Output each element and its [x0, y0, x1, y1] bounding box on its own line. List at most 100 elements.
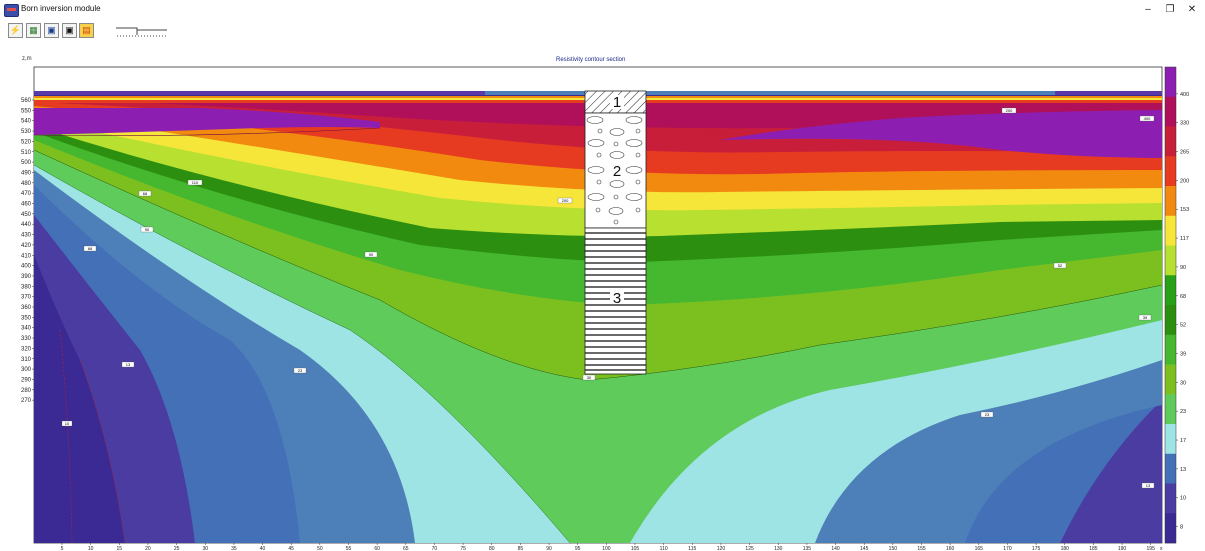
contour-label-text: 200 [1006, 108, 1013, 113]
y-tick-label: 370 [21, 295, 32, 301]
y-tick-label: 530 [21, 129, 32, 135]
x-tick-label: 35 [231, 546, 237, 551]
x-tick-label: 135 [803, 546, 812, 551]
x-tick-label: 155 [917, 546, 926, 551]
x-tick-label: 150 [889, 546, 898, 551]
x-tick-label: 130 [774, 546, 783, 551]
contour-label: 68 [83, 245, 97, 252]
borehole-column: 1 2 3 [584, 90, 647, 375]
colorbar-label: 10 [1180, 496, 1186, 502]
contour-label: 23 [980, 411, 994, 418]
colorbar-segment [1165, 334, 1176, 365]
y-tick-label: 420 [21, 243, 32, 249]
y-tick-label: 430 [21, 233, 32, 239]
contour-label-text: 10 [65, 421, 70, 426]
x-tick-label: 115 [688, 546, 696, 551]
colorbar-label: 117 [1180, 236, 1189, 242]
y-tick-label: 550 [21, 108, 32, 114]
y-tick-label: 470 [21, 191, 32, 197]
y-tick-label: 360 [21, 305, 32, 311]
colorbar-label: 8 [1180, 525, 1183, 531]
x-tick-label: 25 [174, 546, 180, 551]
x-tick-label: 95 [575, 546, 581, 551]
x-tick-label: 170 [1003, 546, 1012, 551]
y-tick-label: 450 [21, 212, 32, 218]
x-tick-label: 45 [288, 546, 294, 551]
colorbar-segment [1165, 394, 1176, 425]
x-tick-label: 60 [374, 546, 380, 551]
colorbar-segment [1165, 364, 1176, 395]
x-tick-label: 90 [546, 546, 552, 551]
colorbar-segment [1165, 275, 1176, 306]
colorbar-labels: 400 330 265 200 153 117 90 68 52 39 30 23 17 13 10 8 [1176, 92, 1189, 531]
colorbar-segment [1165, 96, 1176, 127]
y-tick-label: 460 [21, 202, 32, 208]
colorbar-segment [1165, 483, 1176, 514]
contour-label: 68 [138, 190, 152, 197]
contour-label: 13 [121, 361, 135, 368]
y-tick-label: 560 [21, 98, 32, 104]
y-tick-label: 400 [21, 264, 32, 270]
y-tick-label: 350 [21, 315, 32, 321]
colorbar-segment [1165, 305, 1176, 336]
y-tick-label: 520 [21, 139, 32, 145]
y-tick-label: 390 [21, 274, 32, 280]
y-tick-label: 440 [21, 222, 32, 228]
colorbar-label: 23 [1180, 409, 1186, 415]
y-tick-label: 500 [21, 160, 32, 166]
colorbar-segment [1165, 424, 1176, 455]
colorbar-label: 153 [1180, 207, 1189, 213]
y-tick-label: 270 [21, 398, 32, 404]
y-tick-label: 490 [21, 170, 32, 176]
layer-number-1: 1 [613, 94, 621, 111]
x-tick-label: 160 [946, 546, 955, 551]
contour-label: 39 [1138, 314, 1152, 321]
colorbar-label: 17 [1180, 438, 1186, 444]
x-tick-label: 195 [1147, 546, 1156, 551]
x-tick-label: 145 [860, 546, 869, 551]
y-tick-label: 410 [21, 253, 32, 259]
x-axis-label: x [1160, 546, 1163, 551]
colorbar-label: 52 [1180, 323, 1186, 329]
contour-label: 13 [1141, 482, 1155, 489]
x-tick-label: 30 [202, 546, 208, 551]
colorbar-label: 400 [1180, 92, 1189, 98]
x-tick-label: 5 [61, 546, 64, 551]
contour-label-text: 23 [985, 412, 990, 417]
colorbar-segment [1165, 186, 1176, 217]
x-tick-label: 185 [1089, 546, 1098, 551]
y-tick-label: 330 [21, 336, 32, 342]
contour-label: 90 [364, 251, 378, 258]
contour-label: 200 [1001, 107, 1017, 114]
x-axis: 5 10 15 20 25 30 35 40 45 50 55 60 65 70 75 80 85 90 95 100… [61, 543, 1155, 551]
x-tick-label: 15 [117, 546, 123, 551]
contour-label: 23 [293, 367, 307, 374]
colorbar-segment [1165, 126, 1176, 157]
contour-label-text: 90 [369, 252, 374, 257]
contour-label: 52 [1053, 262, 1067, 269]
contour-label: 90 [140, 226, 154, 233]
contour-label-text: 13 [1146, 483, 1151, 488]
y-tick-label: 280 [21, 388, 32, 394]
x-tick-label: 105 [631, 546, 640, 551]
y-tick-label: 480 [21, 181, 32, 187]
contour-label-text: 200 [562, 198, 569, 203]
colorbar-label: 330 [1180, 121, 1189, 127]
x-tick-label: 110 [660, 546, 668, 551]
contour-label-text: 68 [143, 191, 148, 196]
contour-label: 30 [582, 374, 596, 381]
y-tick-label: 510 [21, 150, 32, 156]
colorbar-label: 200 [1180, 178, 1189, 184]
x-tick-label: 20 [145, 546, 151, 551]
colorbar-label: 68 [1180, 294, 1186, 300]
contour-label: 200 [557, 197, 573, 204]
contour-label-text: 39 [1143, 315, 1148, 320]
x-tick-label: 120 [717, 546, 726, 551]
y-tick-label: 540 [21, 119, 32, 125]
contour-label-text: 13 [126, 362, 131, 367]
x-tick-label: 180 [1061, 546, 1070, 551]
y-axis: 560 550 540 530 520 510 500 490 480 470 460 450 440 4… [21, 98, 34, 404]
x-tick-label: 165 [975, 546, 984, 551]
x-tick-label: 125 [745, 546, 754, 551]
contour-label-text: 90 [145, 227, 150, 232]
